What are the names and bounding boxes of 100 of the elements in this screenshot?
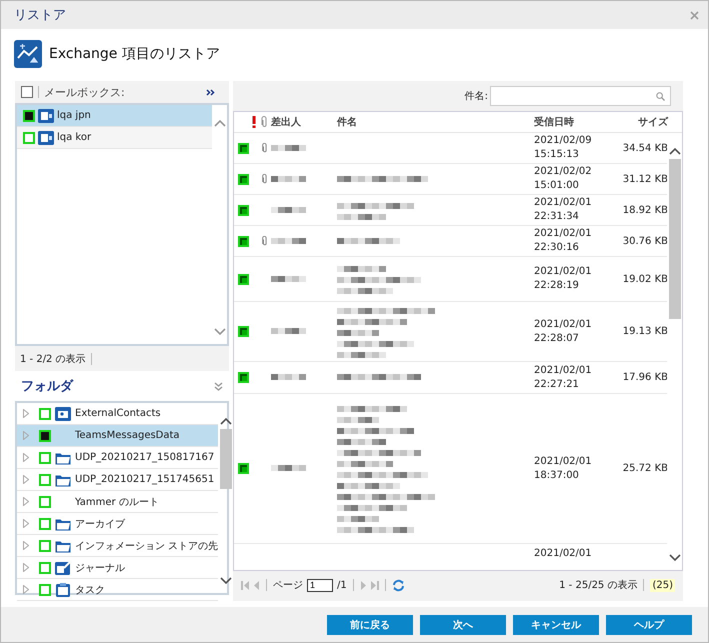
page-number-field[interactable]: 1 bbox=[307, 578, 333, 592]
folder-item[interactable]: インフォメーション ストアの先 bbox=[17, 535, 218, 557]
scroll-down-icon[interactable] bbox=[668, 554, 680, 562]
size-cell: 25.72 KB bbox=[622, 463, 667, 474]
date-cell-text: 2021/02/01 bbox=[534, 318, 593, 332]
folder-item[interactable]: タスク bbox=[17, 579, 218, 601]
expand-triangle-icon[interactable] bbox=[23, 541, 29, 550]
folder-item[interactable]: アーカイブ bbox=[17, 513, 218, 535]
first-page-icon[interactable] bbox=[241, 580, 250, 590]
folder-item[interactable]: ジャーナル bbox=[17, 557, 218, 579]
date-cell-text: 2021/02/02 bbox=[534, 165, 593, 179]
folder-item[interactable]: UDP_20210217_151745651 bbox=[17, 469, 218, 491]
scroll-up-icon[interactable] bbox=[668, 147, 680, 155]
contact-card-icon bbox=[55, 406, 71, 420]
window-title: リストア bbox=[14, 7, 66, 24]
expand-triangle-icon[interactable] bbox=[23, 453, 29, 462]
size-cell: 19.02 KB bbox=[622, 274, 667, 284]
search-field[interactable] bbox=[490, 86, 671, 106]
expand-triangle-icon[interactable] bbox=[23, 585, 29, 594]
mailbox-label: メールボックス: bbox=[44, 84, 126, 100]
expand-triangle-icon[interactable] bbox=[23, 431, 29, 440]
previous-page-icon[interactable] bbox=[254, 580, 260, 590]
status-checkbox[interactable] bbox=[39, 496, 51, 508]
folder-item[interactable]: UDP_20210217_150817167 bbox=[17, 447, 218, 469]
status-checkbox[interactable] bbox=[238, 236, 248, 246]
dialog-button[interactable]: キャンセル bbox=[513, 614, 599, 634]
restore-chart-icon bbox=[14, 40, 42, 68]
column-header[interactable]: 差出人 bbox=[271, 115, 337, 129]
subject-search-label: 件名: bbox=[464, 90, 488, 103]
status-checkbox[interactable] bbox=[238, 204, 248, 216]
date-cell-text: 2021/02/01 bbox=[534, 454, 593, 468]
exclamation-icon bbox=[252, 116, 256, 128]
status-checkbox[interactable] bbox=[39, 540, 51, 552]
select-all-checkbox[interactable] bbox=[21, 86, 33, 98]
close-icon[interactable] bbox=[690, 10, 699, 20]
expand-triangle-icon[interactable] bbox=[23, 519, 29, 528]
expand-triangle-icon[interactable] bbox=[23, 475, 29, 484]
page-total: /1 bbox=[337, 580, 347, 590]
date-cell-text: 2021/02/01 bbox=[534, 547, 593, 561]
folder-icon bbox=[55, 538, 71, 552]
mailbox-icon bbox=[38, 108, 54, 122]
status-checkbox[interactable] bbox=[39, 584, 51, 596]
time-cell-text: 22:30:16 bbox=[534, 241, 580, 255]
redacted-text bbox=[271, 465, 306, 471]
mailbox-item[interactable]: lqa jpn bbox=[17, 105, 212, 127]
column-header[interactable]: サイズ bbox=[620, 115, 668, 129]
last-page-icon[interactable] bbox=[370, 580, 379, 590]
mailbox-item[interactable]: lqa kor bbox=[17, 127, 212, 149]
journal-icon bbox=[55, 560, 71, 574]
time-cell-text: 18:37:00 bbox=[534, 468, 580, 482]
status-checkbox[interactable] bbox=[39, 518, 51, 530]
status-checkbox[interactable] bbox=[39, 430, 51, 442]
dialog-heading: Exchange 項目のリストア bbox=[49, 45, 220, 63]
redacted-text bbox=[271, 176, 306, 182]
dialog-button[interactable]: 前に戻る bbox=[327, 614, 413, 634]
expand-triangle-icon[interactable] bbox=[23, 497, 29, 506]
dialog-button[interactable]: 次へ bbox=[420, 614, 506, 634]
mailbox-icon bbox=[38, 130, 54, 144]
status-checkbox[interactable] bbox=[238, 142, 248, 154]
size-cell: 19.13 KB bbox=[622, 326, 667, 337]
date-cell-text: 2021/02/01 bbox=[534, 265, 593, 279]
folder-item[interactable]: Yammer のルート bbox=[17, 491, 218, 513]
status-checkbox[interactable] bbox=[39, 562, 51, 574]
status-checkbox[interactable] bbox=[23, 132, 35, 144]
refresh-icon[interactable] bbox=[392, 578, 405, 592]
redacted-text bbox=[271, 328, 306, 334]
status-checkbox[interactable] bbox=[23, 110, 35, 122]
scrollbar-thumb[interactable] bbox=[220, 429, 232, 489]
status-checkbox[interactable] bbox=[238, 274, 248, 284]
date-cell-text: 2021/02/01 bbox=[534, 364, 593, 378]
status-checkbox[interactable] bbox=[238, 326, 248, 337]
expand-triangle-icon[interactable] bbox=[23, 409, 29, 418]
redacted-text bbox=[271, 374, 306, 380]
folder-item[interactable]: TeamsMessagesData bbox=[17, 425, 218, 447]
scroll-up-icon[interactable] bbox=[220, 417, 232, 425]
date-cell-text: 2021/02/09 bbox=[534, 134, 593, 148]
size-cell: 18.92 KB bbox=[622, 204, 667, 216]
status-checkbox[interactable] bbox=[39, 474, 51, 486]
expand-triangle-icon[interactable] bbox=[23, 563, 29, 572]
redacted-text bbox=[271, 238, 306, 244]
redacted-text bbox=[271, 276, 306, 282]
scrollbar-thumb[interactable] bbox=[668, 159, 680, 319]
paperclip-icon bbox=[261, 116, 268, 128]
next-page-icon[interactable] bbox=[360, 580, 366, 590]
status-checkbox[interactable] bbox=[39, 452, 51, 464]
double-chevron-down-icon[interactable] bbox=[214, 382, 223, 390]
redacted-text bbox=[271, 206, 306, 212]
column-header[interactable]: 件名 bbox=[337, 115, 534, 129]
status-checkbox[interactable] bbox=[39, 408, 51, 420]
status-checkbox[interactable] bbox=[238, 463, 248, 474]
folder-icon bbox=[55, 450, 71, 464]
status-checkbox[interactable] bbox=[238, 372, 248, 383]
size-cell: 31.12 KB bbox=[622, 174, 667, 184]
dialog-button[interactable]: ヘルプ bbox=[606, 614, 692, 634]
scroll-down-icon[interactable] bbox=[220, 577, 232, 585]
column-header[interactable]: 受信日時 bbox=[534, 115, 620, 129]
status-checkbox[interactable] bbox=[238, 174, 248, 184]
double-chevron-icon[interactable] bbox=[206, 88, 215, 96]
clipboard-icon bbox=[55, 582, 71, 596]
date-cell-text: 2021/02/01 bbox=[534, 196, 593, 210]
